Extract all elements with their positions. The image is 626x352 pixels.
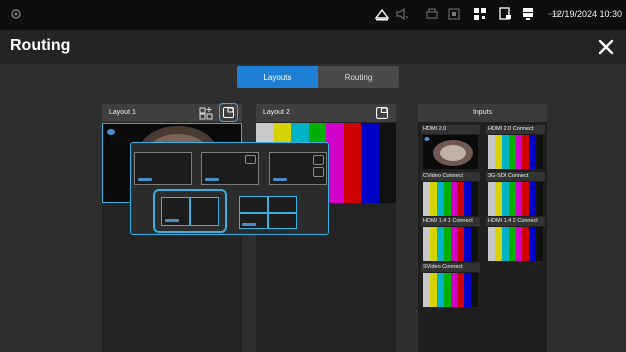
input-tile[interactable]: 3G-SDI Connect [486,172,545,218]
eject-icon [374,8,390,21]
pip-icon[interactable] [376,107,388,119]
layout-picker-popover [130,142,329,235]
input-label: SVideo Connect [421,263,480,272]
server-icon [523,8,533,20]
input-label: 3G-SDI Connect [486,172,545,181]
layout-options-icon[interactable] [199,106,213,120]
qr-code-icon [474,8,486,20]
volume-muted-icon [396,7,409,21]
layout-option-quad[interactable] [239,196,297,229]
input-thumbnail [488,227,543,261]
input-label: HDMI 2.0 Connect [486,125,545,134]
tab-routing[interactable]: Routing [318,66,399,88]
source-chip [205,178,219,181]
input-thumbnail [488,135,543,169]
source-chip [242,223,256,226]
input-label: CVideo Connect [421,172,480,181]
printer-icon [426,8,438,19]
pip-box [313,167,324,177]
inputs-panel: Inputs HDMI 2.0 HDMI 2.0 Connect CVideo … [418,104,547,352]
quad-tr [268,196,297,213]
layout-option-full[interactable] [134,152,192,185]
tab-bar: Layouts Routing [237,66,399,88]
pip-layout-button[interactable] [219,103,238,122]
status-bar: 12/19/2024 10:30 [0,0,626,30]
close-icon[interactable] [596,37,616,57]
input-tile[interactable]: HDMI 1.4 1 Connect [421,217,480,263]
input-thumbnail [423,135,478,169]
input-thumbnail [423,182,478,216]
input-label: HDMI 1.4 2 Connect [486,217,545,226]
quad-br [268,213,297,229]
source-chip [273,178,287,181]
quad-bl [239,213,268,229]
record-icon [448,8,460,20]
layout-1-header: Layout 1 [102,103,242,122]
input-label: HDMI 2.0 [421,125,480,134]
input-thumbnail [423,273,478,307]
source-chip [138,178,152,181]
layout-2-label: Layout 2 [263,109,290,116]
tab-layouts[interactable]: Layouts [237,66,318,88]
input-label: HDMI 1.4 1 Connect [421,217,480,226]
quad-tl [239,196,268,213]
clock: 12/19/2024 10:30 [551,9,622,19]
split-left [161,197,190,226]
split-right [190,197,219,226]
pip-box [245,155,256,164]
title-bar: Routing [0,30,626,64]
pip-icon [223,107,234,118]
input-tile[interactable]: HDMI 2.0 Connect [486,125,545,171]
layout-option-full-with-pip[interactable] [201,152,259,185]
layout-option-side-by-side-selected[interactable] [153,189,227,233]
input-tile[interactable]: HDMI 2.0 [421,125,480,171]
inputs-header: Inputs [418,104,547,122]
layout-1-label: Layout 1 [109,109,136,116]
gear-icon[interactable] [8,6,24,22]
input-thumbnail [423,227,478,261]
layout-option-full-with-two-pips[interactable] [269,152,327,185]
page-title: Routing [10,37,71,54]
source-chip [165,219,179,222]
input-tile[interactable]: CVideo Connect [421,172,480,218]
inputs-title: Inputs [472,109,493,116]
document-network-icon [499,7,511,20]
input-tile[interactable]: SVideo Connect [421,263,480,309]
pip-box [313,155,324,165]
input-thumbnail [488,182,543,216]
input-tile[interactable]: HDMI 1.4 2 Connect [486,217,545,263]
layout-2-header: Layout 2 [256,104,396,122]
